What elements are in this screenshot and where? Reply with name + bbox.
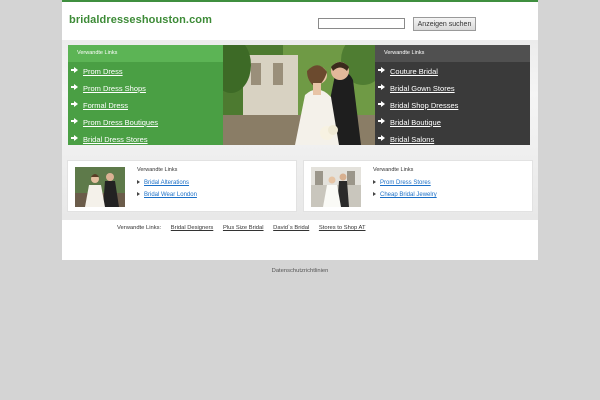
panel-link-label: Prom Dress Shops [83,84,146,93]
card-link-label: Cheap Bridal Jewelry [380,192,437,198]
panel-link[interactable]: Formal Dress [71,97,223,114]
related-links-bar: Verwandte Links: Bridal Designers Plus S… [117,225,366,231]
panel-link[interactable]: Bridal Shop Dresses [378,97,530,114]
panel-link[interactable]: Prom Dress Shops [71,80,223,97]
card-link-list: Prom Dress Stores Cheap Bridal Jewelry [373,177,437,201]
card-link-label: Prom Dress Stores [380,180,431,186]
arrow-right-icon [373,180,376,184]
arrow-right-icon [137,180,140,184]
panel-link-list: Prom Dress Prom Dress Shops Formal Dress… [68,62,223,148]
card-link-list: Bridal Alterations Bridal Wear London [137,177,197,201]
arrow-right-icon [137,192,140,196]
arrow-right-icon [378,84,385,90]
panel-link[interactable]: Bridal Boutique [378,114,530,131]
top-accent-line [62,0,538,2]
arrow-right-icon [71,101,78,107]
panel-link[interactable]: Prom Dress [71,63,223,80]
panel-link[interactable]: Bridal Gown Stores [378,80,530,97]
arrow-right-icon [378,67,385,73]
panel-link-label: Bridal Dress Stores [83,135,148,144]
related-bar-link[interactable]: David`s Bridal [273,225,309,231]
related-bar-link[interactable]: Bridal Designers [171,225,214,231]
panel-heading: Verwandte Links [68,45,223,62]
search-input[interactable] [318,18,405,29]
related-bar-link[interactable]: Stores to Shop AT [319,225,366,231]
panel-link-label: Prom Dress [83,67,123,76]
panel-link-label: Bridal Shop Dresses [390,101,459,110]
panel-link[interactable]: Couture Bridal [378,63,530,80]
card-link-label: Bridal Alterations [144,180,190,186]
arrow-right-icon [71,135,78,141]
arrow-right-icon [378,118,385,124]
arrow-right-icon [378,101,385,107]
wedding-thumbnail-illustration [311,167,361,207]
panel-link-label: Couture Bridal [390,67,438,76]
related-bar-link[interactable]: Plus Size Bridal [223,225,264,231]
arrow-right-icon [378,135,385,141]
related-links-panel-left: Verwandte Links Prom Dress Prom Dress Sh… [68,45,223,145]
arrow-right-icon [71,118,78,124]
panel-link[interactable]: Prom Dress Boutiques [71,114,223,131]
wedding-thumbnail-illustration [75,167,125,207]
wedding-couple-photo [223,45,375,145]
panel-link[interactable]: Bridal Dress Stores [71,131,223,148]
wedding-thumbnail [75,167,125,207]
panel-link-label: Prom Dress Boutiques [83,118,159,127]
related-bar-label: Verwandte Links: [117,225,162,231]
panel-link-label: Bridal Gown Stores [390,84,455,93]
related-links-panel-right: Verwandte Links Couture Bridal Bridal Go… [375,45,530,145]
arrow-right-icon [71,67,78,73]
card-heading: Verwandte Links [373,167,414,173]
search-button[interactable]: Anzeigen suchen [413,17,476,31]
page-container: bridaldresseshouston.com Anzeigen suchen… [62,0,538,260]
arrow-right-icon [373,192,376,196]
card-heading: Verwandte Links [137,167,178,173]
panel-link[interactable]: Bridal Salons [378,131,530,148]
related-links-card-left: Verwandte Links Bridal Alterations Brida… [67,160,297,212]
card-link-label: Bridal Wear London [144,192,197,198]
panel-heading: Verwandte Links [375,45,530,62]
domain-title: bridaldresseshouston.com [69,14,212,26]
panel-link-label: Bridal Salons [390,135,435,144]
wedding-photo-illustration [223,45,375,145]
card-link[interactable]: Prom Dress Stores [373,177,437,189]
card-link[interactable]: Bridal Wear London [137,189,197,201]
panel-link-label: Bridal Boutique [390,118,441,127]
privacy-policy-link[interactable]: Datenschutzrichtlinien [0,268,600,274]
card-link[interactable]: Bridal Alterations [137,177,197,189]
panel-link-label: Formal Dress [83,101,129,110]
panel-link-list: Couture Bridal Bridal Gown Stores Bridal… [375,62,530,148]
card-link[interactable]: Cheap Bridal Jewelry [373,189,437,201]
arrow-right-icon [71,84,78,90]
related-links-card-right: Verwandte Links Prom Dress Stores Cheap … [303,160,533,212]
wedding-thumbnail [311,167,361,207]
